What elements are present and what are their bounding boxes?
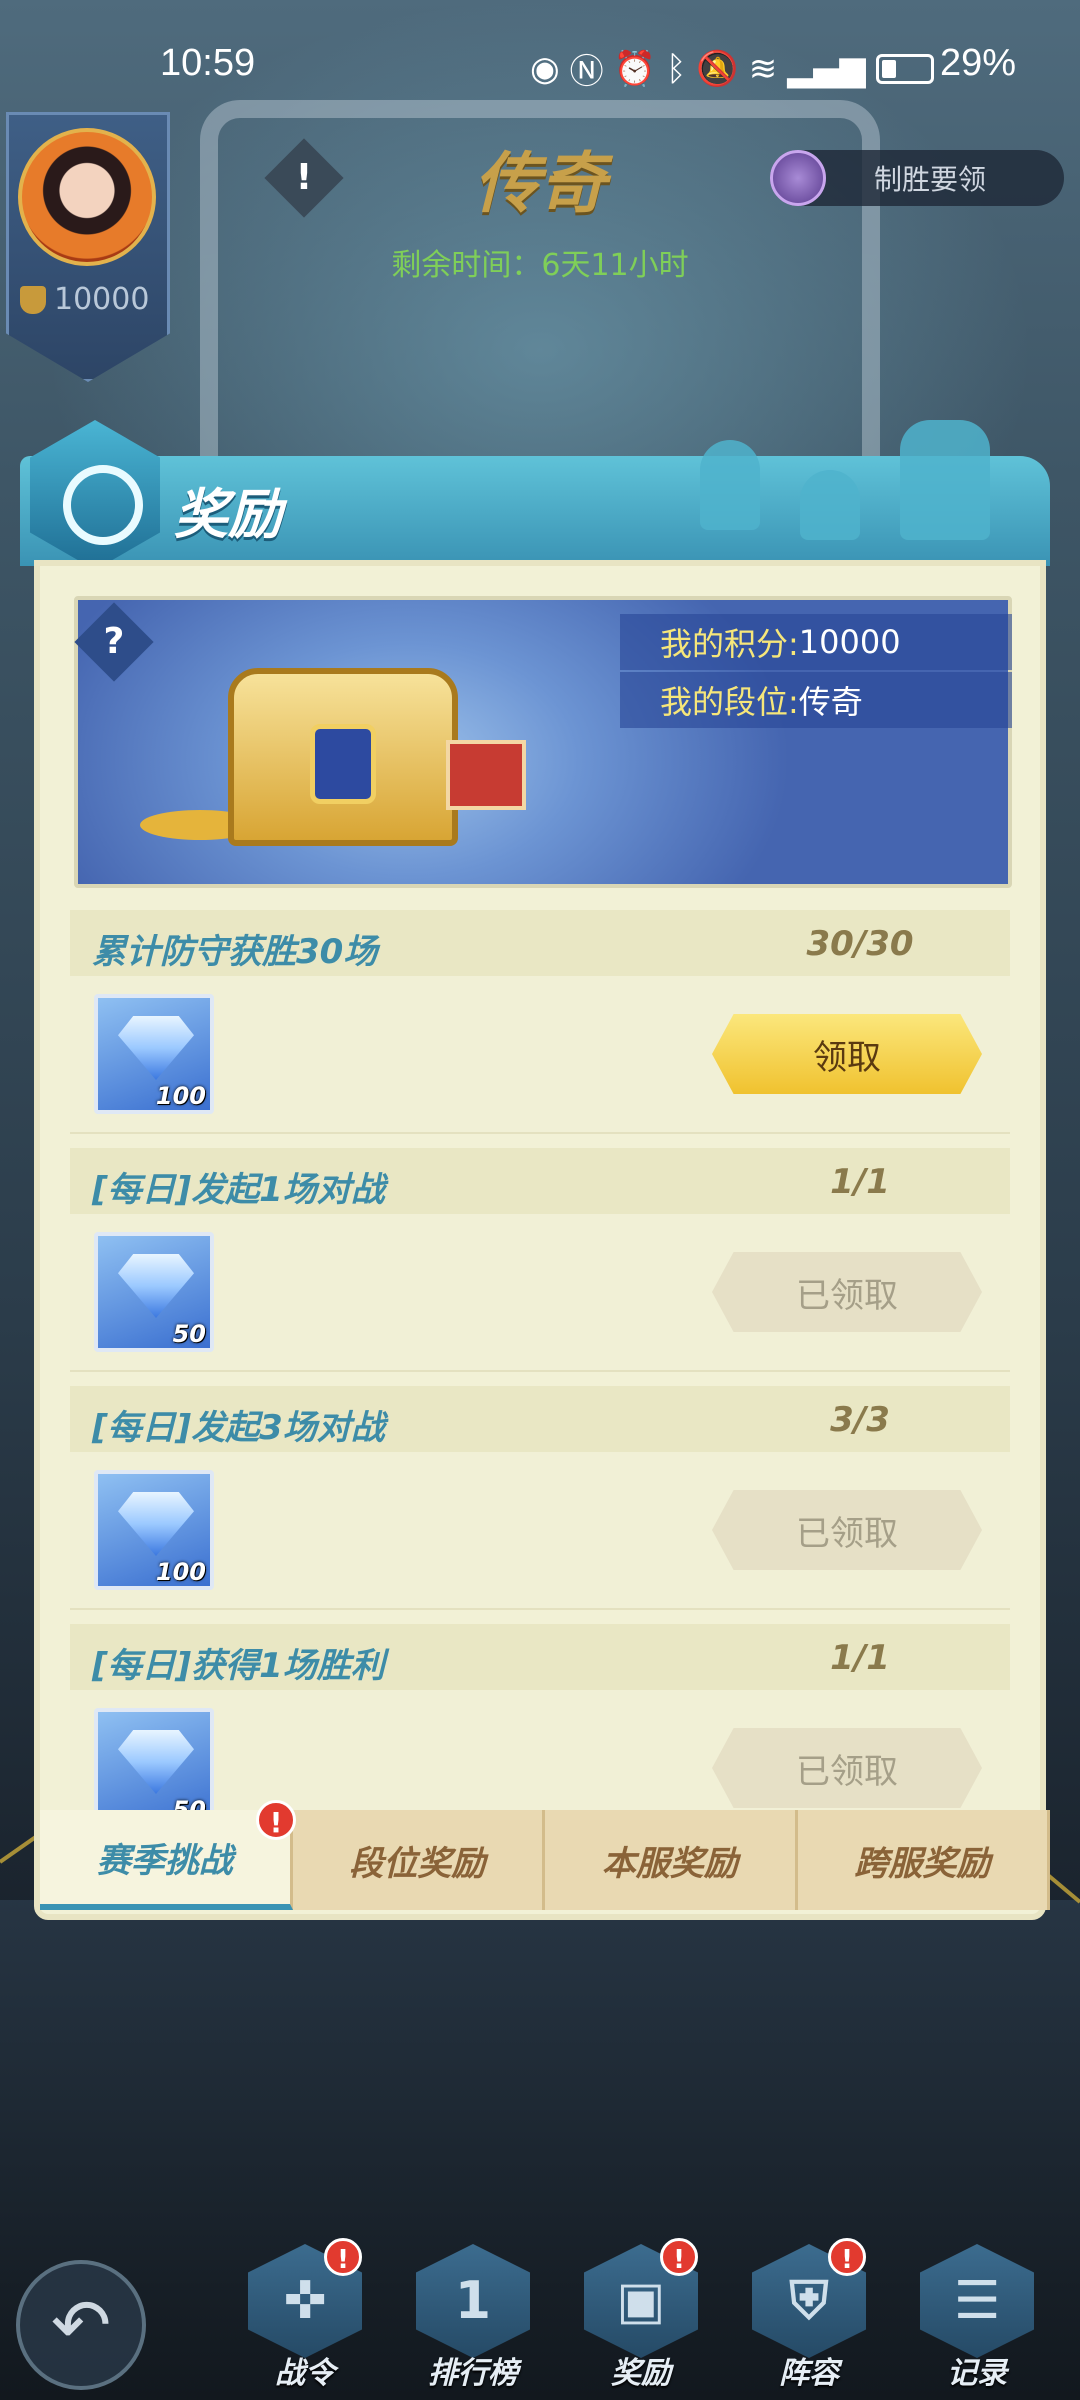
reward-progress: 3/3 xyxy=(830,1400,890,1440)
back-button[interactable]: ↶ xyxy=(16,2260,146,2390)
reward-body: 50 已领取 xyxy=(70,1690,1010,1810)
reward-title: [每日]获得1场胜利 xyxy=(92,1646,385,1686)
battery-icon xyxy=(875,53,934,84)
reward-header: [每日]发起3场对战 3/3 xyxy=(70,1386,1010,1452)
nav-label: 战令 xyxy=(275,2356,335,2391)
status-icons: ◉ Ⓝ ⏰ ᛒ 🔕 ≋ ▂▄▆ xyxy=(530,44,934,93)
help-icon[interactable]: ! xyxy=(264,138,344,218)
document-icon: ☰ xyxy=(953,2271,1001,2331)
reward-item: [每日]发起1场对战 1/1 50 已领取 xyxy=(70,1148,1010,1372)
my-rank-row: 我的段位: 传奇 xyxy=(620,672,1012,728)
signal-4g-icon: ▂▄▆ xyxy=(787,48,866,89)
reward-item: [每日]发起3场对战 3/3 100 已领取 xyxy=(70,1386,1010,1610)
nfc-icon: Ⓝ xyxy=(569,52,604,92)
tips-button-label: 制胜要领 xyxy=(874,163,987,196)
tab-cross-server-rewards[interactable]: 跨服奖励 xyxy=(797,1810,1050,1910)
chest-lock-icon xyxy=(310,724,376,804)
diamond-reward[interactable]: 50 xyxy=(94,1232,214,1352)
my-points-row: 我的积分: 10000 xyxy=(620,614,1012,670)
bluetooth-icon: ᛒ xyxy=(666,48,687,89)
rank-title: 传奇 xyxy=(474,145,606,222)
status-time: 10:59 xyxy=(160,42,256,84)
my-points-label: 我的积分: xyxy=(660,625,799,663)
nav-item-leaderboard[interactable]: 1 排行榜 xyxy=(408,2236,538,2396)
question-icon[interactable]: ? xyxy=(74,602,154,682)
notification-badge: ! xyxy=(256,1800,296,1840)
nav-item-lineup[interactable]: ⛨ 阵容 ! xyxy=(744,2236,874,2396)
diamond-icon xyxy=(118,1730,194,1794)
panel-title: 奖励 xyxy=(174,483,282,546)
gift-box-icon xyxy=(446,740,526,810)
notification-badge: ! xyxy=(828,2238,866,2276)
reward-item: 累计防守获胜30场 30/30 100 领取 xyxy=(70,910,1010,1134)
diamond-count: 100 xyxy=(155,1558,206,1586)
trophy-icon xyxy=(20,285,46,314)
remaining-time: 剩余时间：6天11小时 xyxy=(391,248,689,283)
diamond-reward[interactable]: 100 xyxy=(94,1470,214,1590)
reward-item: [每日]获得1场胜利 1/1 50 已领取 xyxy=(70,1624,1010,1810)
diamond-count: 50 xyxy=(172,1320,206,1348)
status-bar: 10:59 ◉ Ⓝ ⏰ ᛒ 🔕 ≋ ▂▄▆ 29% xyxy=(0,0,1080,130)
tab-server-rewards[interactable]: 本服奖励 xyxy=(545,1810,798,1910)
sword-icon xyxy=(770,150,826,206)
nav-item-battle-pass[interactable]: ✜ 战令 ! xyxy=(240,2236,370,2396)
nav-item-rewards[interactable]: ▣ 奖励 ! xyxy=(576,2236,706,2396)
diamond-reward[interactable]: 50 xyxy=(94,1708,214,1810)
my-rank-label: 我的段位: xyxy=(660,683,799,721)
chess-piece-decoration xyxy=(700,440,760,530)
nav-item-records[interactable]: ☰ 记录 xyxy=(912,2236,1042,2396)
back-arrow-icon: ↶ xyxy=(50,2283,112,2367)
reward-progress: 30/30 xyxy=(806,924,914,964)
reward-progress: 1/1 xyxy=(830,1638,890,1678)
notification-badge: ! xyxy=(324,2238,362,2276)
nav-label: 记录 xyxy=(947,2356,1007,2391)
alarm-icon: ⏰ xyxy=(613,48,657,89)
player-score-value: 10000 xyxy=(54,282,150,317)
reward-body: 100 领取 xyxy=(70,976,1010,1134)
reward-tabs: 赛季挑战 段位奖励 本服奖励 跨服奖励 xyxy=(40,1810,1050,1910)
player-score: 10000 xyxy=(20,282,149,317)
tab-season-challenge[interactable]: 赛季挑战 xyxy=(40,1810,293,1910)
eye-icon: ◉ xyxy=(530,48,560,89)
avatar[interactable] xyxy=(18,128,156,266)
my-rank-value: 传奇 xyxy=(798,683,863,721)
bottom-nav: ✜ 战令 ! 1 排行榜 ▣ 奖励 ! ⛨ 阵容 ! ☰ 记录 xyxy=(240,2236,1060,2396)
chess-piece-decoration xyxy=(800,470,860,540)
reward-body: 50 已领取 xyxy=(70,1214,1010,1372)
diamond-reward[interactable]: 100 xyxy=(94,994,214,1114)
tab-rank-rewards[interactable]: 段位奖励 xyxy=(292,1810,545,1910)
reward-header: [每日]发起1场对战 1/1 xyxy=(70,1148,1010,1214)
notification-badge: ! xyxy=(660,2238,698,2276)
diamond-icon xyxy=(118,1254,194,1318)
reward-list[interactable]: 累计防守获胜30场 30/30 100 领取 [每日]发起1场对战 1/1 50… xyxy=(70,910,1010,1810)
reward-title: [每日]发起1场对战 xyxy=(92,1170,385,1210)
diamond-count: 50 xyxy=(172,1796,206,1810)
mute-icon: 🔕 xyxy=(696,48,739,89)
nav-label: 奖励 xyxy=(611,2356,671,2391)
diamond-count: 100 xyxy=(155,1082,206,1110)
chess-piece-decoration xyxy=(900,420,990,540)
nav-label: 阵容 xyxy=(779,2356,839,2391)
diamond-icon xyxy=(118,1492,194,1556)
battery-percent: 29% xyxy=(940,42,1017,84)
tips-button[interactable]: 制胜要领 xyxy=(770,150,1064,206)
reward-header: [每日]获得1场胜利 1/1 xyxy=(70,1624,1010,1690)
claimed-button: 已领取 xyxy=(712,1728,982,1808)
claim-button[interactable]: 领取 xyxy=(712,1014,982,1094)
reward-header: 累计防守获胜30场 30/30 xyxy=(70,910,1010,976)
wifi-icon: ≋ xyxy=(748,48,778,89)
reward-title: [每日]发起3场对战 xyxy=(92,1408,385,1448)
claimed-button: 已领取 xyxy=(712,1490,982,1570)
rank-one-icon: 1 xyxy=(454,2271,492,2331)
nav-label: 排行榜 xyxy=(428,2356,518,2391)
claimed-button: 已领取 xyxy=(712,1252,982,1332)
my-points-value: 10000 xyxy=(798,623,901,661)
diamond-icon xyxy=(118,1016,194,1080)
reward-progress: 1/1 xyxy=(830,1162,890,1202)
reward-body: 100 已领取 xyxy=(70,1452,1010,1610)
reward-title: 累计防守获胜30场 xyxy=(92,932,378,972)
